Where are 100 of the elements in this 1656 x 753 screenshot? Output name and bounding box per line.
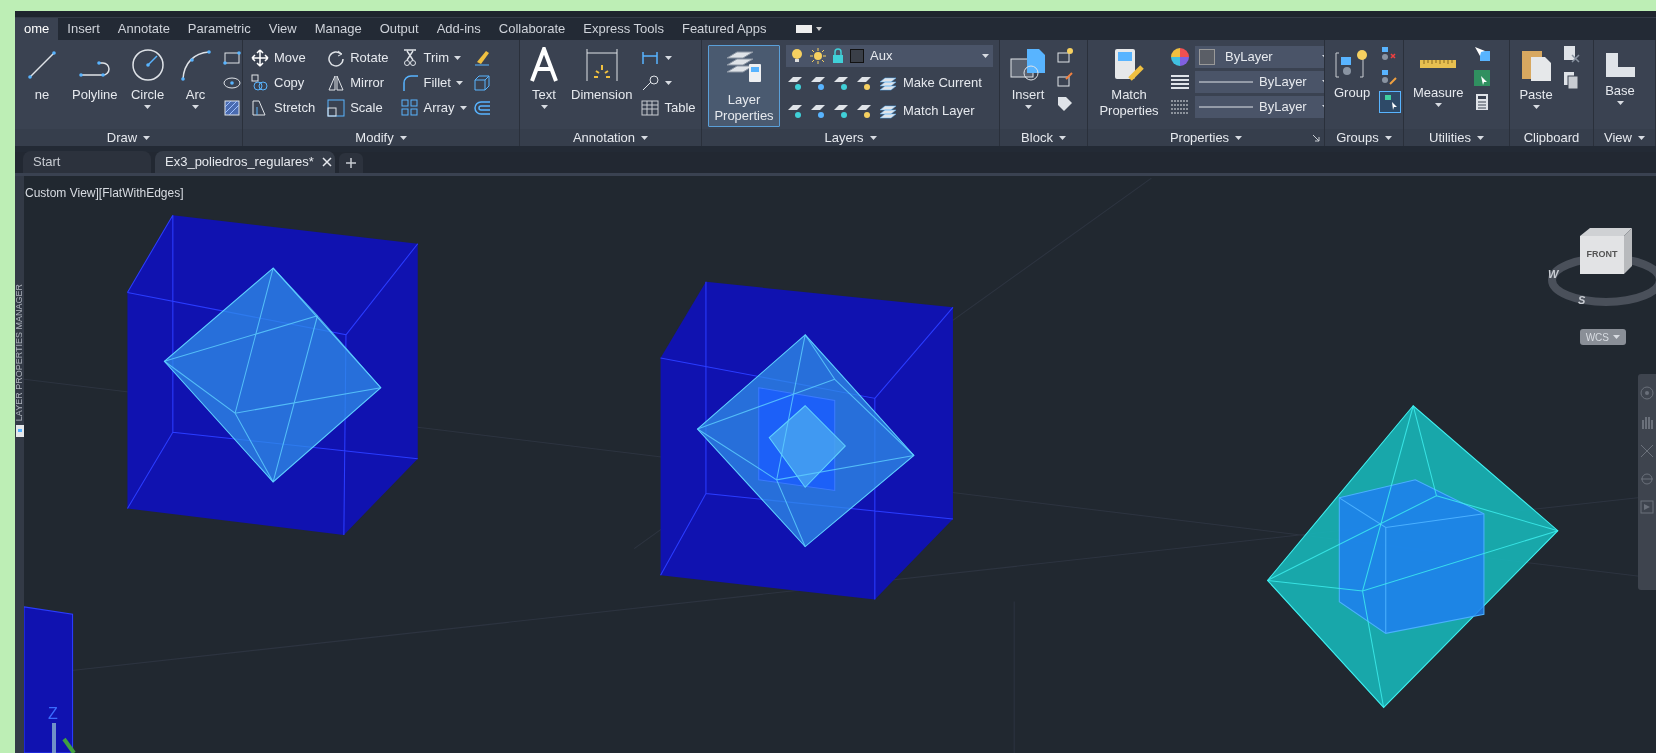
rectangle-icon[interactable] xyxy=(222,48,241,67)
leader-icon[interactable] xyxy=(641,73,660,92)
panel-title-button[interactable]: Draw xyxy=(106,131,151,144)
compass-letter[interactable]: S xyxy=(1578,292,1586,309)
layer-action-button[interactable]: Make Current xyxy=(878,70,982,95)
base-view-button[interactable]: Base xyxy=(1600,45,1640,109)
ribbon-tab[interactable]: Manage xyxy=(305,18,371,40)
side-palette-strip[interactable]: LAYER PROPERTIES MANAGER xyxy=(15,176,24,753)
stretch-icon[interactable] xyxy=(251,98,269,117)
layer-properties-button[interactable]: Layer Properties xyxy=(708,45,780,127)
view-label[interactable]: Custom View][FlatWithEdges] xyxy=(24,176,1656,202)
rotate-icon[interactable] xyxy=(327,48,346,67)
fillet-icon[interactable] xyxy=(400,73,419,92)
group-edit-icon[interactable] xyxy=(1379,68,1398,86)
ribbon-tab[interactable]: Collaborate xyxy=(489,18,575,40)
draw-tool-button[interactable]: Arc xyxy=(174,45,217,113)
workspace-switcher-icon[interactable] xyxy=(795,24,822,34)
ribbon-tab[interactable]: Insert xyxy=(58,18,109,40)
padlock-icon[interactable] xyxy=(832,48,844,64)
color-swatch-icon[interactable] xyxy=(1199,49,1215,65)
group-select-icon[interactable] xyxy=(1379,91,1402,113)
ribbon-tab[interactable]: Express Tools xyxy=(574,18,673,40)
block-edit-icon[interactable] xyxy=(1056,47,1074,65)
layer-action-button[interactable]: Match Layer xyxy=(878,98,975,123)
measure-button[interactable]: Measure xyxy=(1410,45,1467,111)
ribbon-tab[interactable]: ome xyxy=(15,18,59,40)
mirror-icon[interactable] xyxy=(327,73,346,92)
lightbulb-icon[interactable] xyxy=(790,48,804,64)
draw-tool-button[interactable]: Circle xyxy=(126,45,169,113)
box-icon[interactable] xyxy=(472,73,491,92)
line-sample-icon[interactable] xyxy=(1199,105,1253,109)
color-swatch-icon[interactable] xyxy=(850,49,864,63)
sun-icon[interactable] xyxy=(810,48,826,64)
file-tab[interactable]: Ex3_poliedros_regulares* xyxy=(155,151,335,173)
modify-tool-button[interactable]: Trim xyxy=(400,45,467,70)
modify-tool-button[interactable]: Stretch xyxy=(251,95,316,120)
panel-title-button[interactable]: Layers xyxy=(824,131,877,144)
modify-tool-button[interactable]: Scale xyxy=(327,95,389,120)
text-tool-button[interactable]: Text xyxy=(526,45,562,113)
plus-icon xyxy=(346,158,356,168)
ribbon-tab[interactable]: Parametric xyxy=(178,18,260,40)
draw-tool-button[interactable]: Polyline xyxy=(69,45,121,113)
circle-icon[interactable] xyxy=(129,47,166,83)
offset-icon[interactable] xyxy=(472,98,491,117)
modify-tool-button[interactable]: Rotate xyxy=(327,45,389,70)
tag-icon[interactable] xyxy=(1056,95,1074,113)
match-properties-icon[interactable] xyxy=(1112,47,1146,83)
ribbon-tab[interactable]: Add-ins xyxy=(427,18,490,40)
line-sample-icon[interactable] xyxy=(1199,80,1253,84)
new-tab-button[interactable] xyxy=(339,153,363,173)
text-tool-icon[interactable] xyxy=(529,47,559,83)
dimension-icon[interactable] xyxy=(583,47,620,83)
modify-tool-button[interactable]: Mirror xyxy=(327,70,389,95)
property-dropdown[interactable]: ByLayer xyxy=(1195,96,1324,118)
lineweight-lines-icon[interactable] xyxy=(1170,97,1190,117)
file-tab[interactable]: Start xyxy=(23,151,151,173)
paste-button[interactable]: Paste xyxy=(1516,45,1556,113)
caret-icon xyxy=(1058,135,1066,140)
dialog-launcher-icon[interactable] xyxy=(1312,133,1320,142)
quick-select-icon[interactable] xyxy=(1472,45,1491,63)
insert-block-icon[interactable] xyxy=(1009,47,1047,83)
palette-icon[interactable] xyxy=(15,425,24,438)
property-dropdown[interactable]: ByLayer xyxy=(1195,71,1324,93)
insert-button[interactable]: Insert xyxy=(1006,45,1050,113)
ungroup-icon[interactable] xyxy=(1379,45,1398,63)
close-icon[interactable] xyxy=(321,157,332,167)
group-button[interactable]: Group xyxy=(1331,45,1374,103)
modify-tool-button[interactable]: Array xyxy=(400,95,467,120)
compass-letter[interactable]: W xyxy=(1548,266,1559,283)
layer-dropdown[interactable]: Aux xyxy=(786,45,993,67)
ribbon-tab[interactable]: Featured Apps xyxy=(672,18,776,40)
match-properties-button[interactable]: Match Properties xyxy=(1094,45,1164,121)
cut-document-icon[interactable] xyxy=(1562,45,1580,63)
caret-icon xyxy=(1613,335,1620,339)
move-arrows-icon[interactable] xyxy=(251,48,269,67)
scale-icon[interactable] xyxy=(327,98,346,117)
linetype-lines-icon[interactable] xyxy=(1170,72,1190,92)
dimension-button[interactable]: Dimension xyxy=(568,45,636,105)
copy-circles-icon[interactable] xyxy=(251,73,269,92)
color-wheel-icon[interactable] xyxy=(1170,47,1190,67)
ribbon-tab[interactable]: View xyxy=(259,18,306,40)
ribbon-tab[interactable]: Output xyxy=(370,18,428,40)
property-dropdown[interactable]: ByLayer xyxy=(1195,46,1324,68)
table-button[interactable]: Table xyxy=(641,95,696,120)
caret-icon xyxy=(143,135,151,140)
select-all-icon[interactable] xyxy=(1472,69,1491,87)
hatch-icon[interactable] xyxy=(222,98,241,117)
panel-title-button[interactable]: Modify xyxy=(355,131,407,144)
eraser-icon[interactable] xyxy=(472,48,491,67)
modify-tool-button[interactable]: Copy xyxy=(251,70,316,95)
copy-documents-icon[interactable] xyxy=(1562,71,1580,89)
caret-icon xyxy=(399,135,407,140)
caret-icon xyxy=(665,55,673,60)
modify-tool-button[interactable]: Fillet xyxy=(400,70,467,95)
table-grid-icon[interactable] xyxy=(641,98,660,117)
ribbon-tab[interactable]: Annotate xyxy=(108,18,179,40)
draw-tool-button[interactable]: ne xyxy=(21,45,63,113)
block-edit-icon[interactable] xyxy=(1056,71,1074,89)
modify-tool-button[interactable]: Move xyxy=(251,45,316,70)
array-grid-icon[interactable] xyxy=(400,98,419,117)
